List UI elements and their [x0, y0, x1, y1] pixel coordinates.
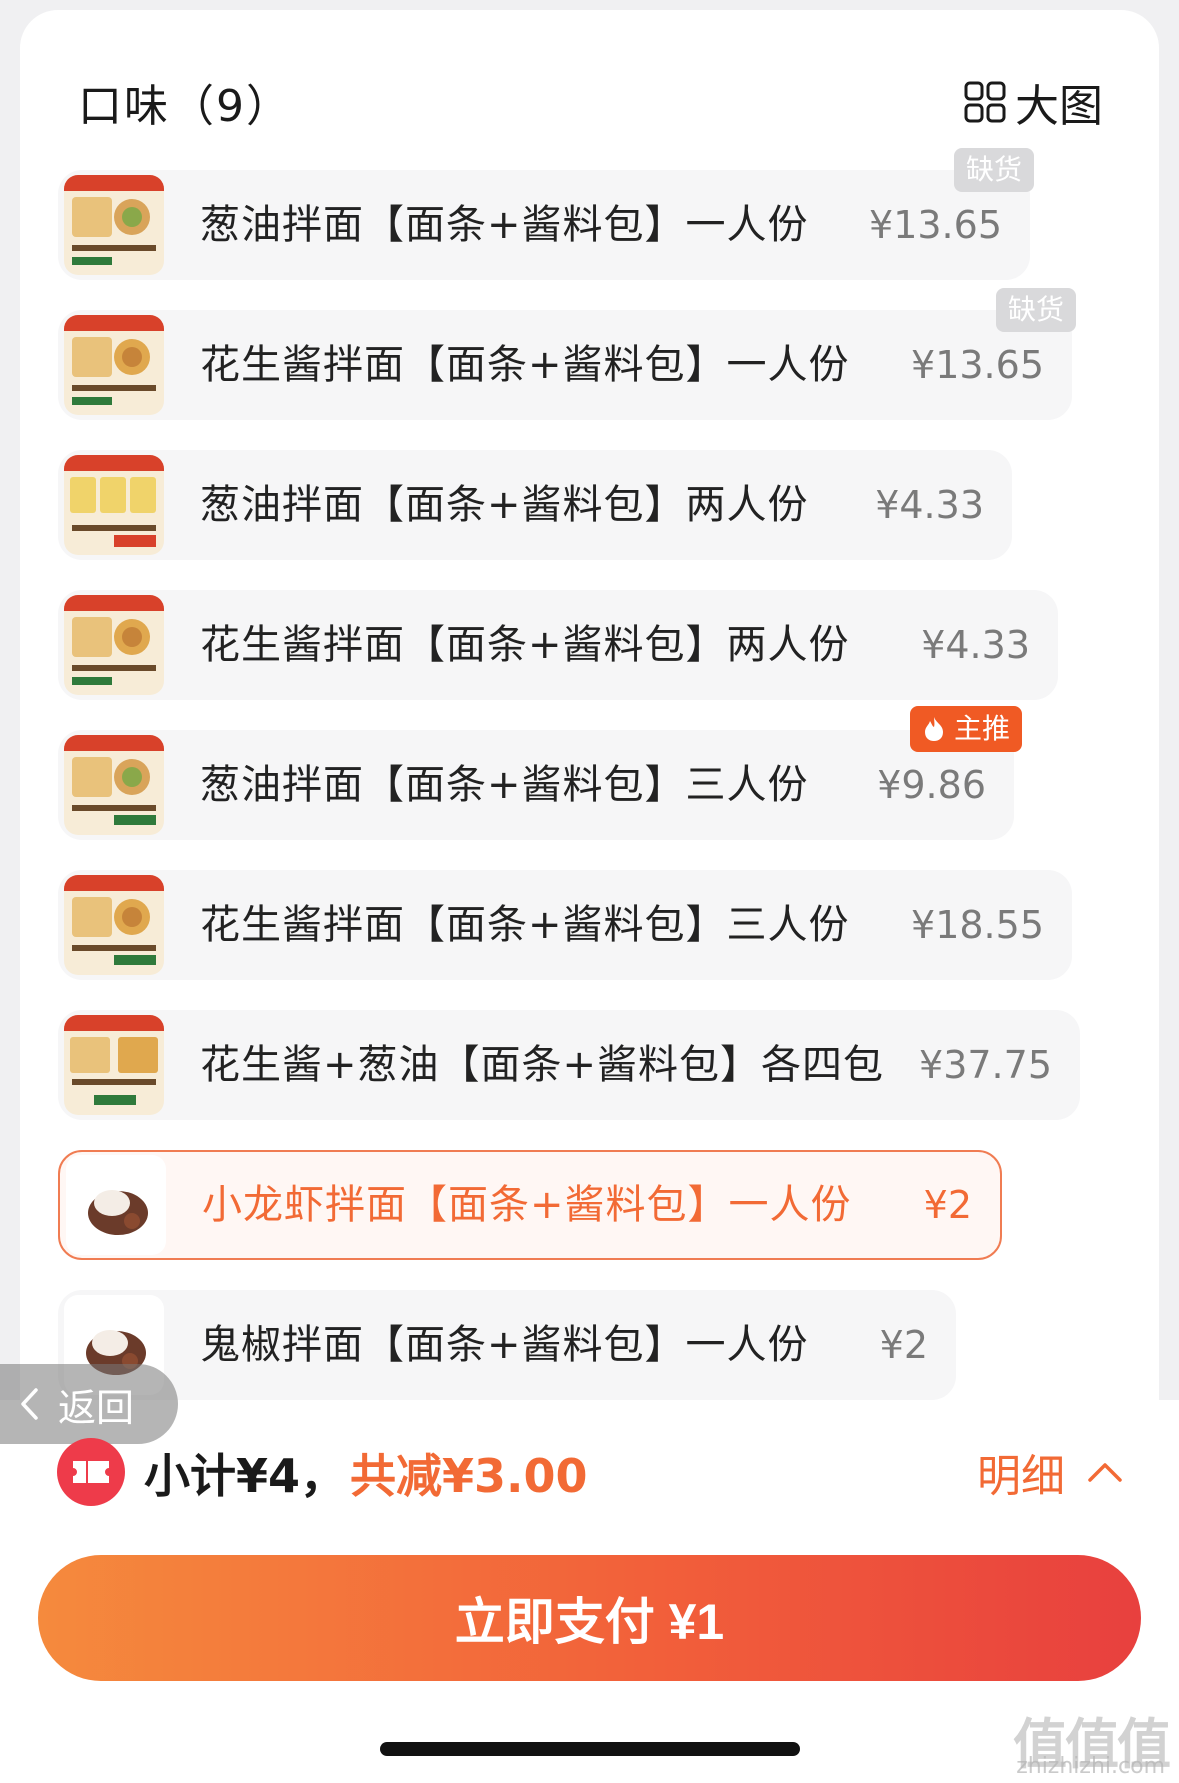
bigview-button[interactable]: 大图 [963, 70, 1103, 134]
flavor-name: 花生酱拌面【面条+酱料包】一人份 [200, 342, 850, 388]
product-thumbnail [64, 875, 164, 975]
detail-label: 明细 [977, 1451, 1065, 1502]
product-thumbnail [64, 1015, 164, 1115]
flavor-option[interactable]: 鬼椒拌面【面条+酱料包】一人份 ¥2 [58, 1290, 956, 1400]
flavor-price: ¥2 [879, 1323, 928, 1367]
chevron-up-icon [1088, 1463, 1122, 1482]
bigview-label: 大图 [1015, 81, 1103, 132]
discount-text: 共减¥3.00 [350, 1449, 588, 1503]
flavor-price: ¥4.33 [921, 623, 1030, 667]
product-thumbnail [64, 595, 164, 695]
back-button[interactable]: 返回 [0, 1364, 178, 1444]
flavor-name: 葱油拌面【面条+酱料包】一人份 [200, 202, 809, 248]
home-indicator [380, 1742, 800, 1756]
flavor-name: 葱油拌面【面条+酱料包】两人份 [200, 482, 809, 528]
product-thumbnail [66, 1155, 166, 1255]
product-thumbnail [64, 455, 164, 555]
flavor-option[interactable]: 葱油拌面【面条+酱料包】一人份 ¥13.65 缺货 [58, 148, 1034, 280]
flavor-option[interactable]: 花生酱拌面【面条+酱料包】一人份 ¥13.65 缺货 [58, 288, 1076, 420]
chevron-left-icon [21, 1388, 38, 1420]
pay-now-button[interactable]: 立即支付 ¥1 [38, 1555, 1141, 1681]
flavor-option[interactable]: 花生酱+葱油【面条+酱料包】各四包 ¥37.75 [58, 1010, 1080, 1120]
flavor-price: ¥9.86 [877, 763, 986, 807]
flavor-price: ¥2 [923, 1183, 972, 1227]
product-thumbnail [64, 735, 164, 835]
flavor-option[interactable]: 葱油拌面【面条+酱料包】三人份 ¥9.86 主推 [58, 706, 1022, 840]
flavor-option[interactable]: 花生酱拌面【面条+酱料包】三人份 ¥18.55 [58, 870, 1072, 980]
flavor-price: ¥4.33 [875, 483, 984, 527]
flame-icon [924, 717, 943, 741]
flavor-price: ¥37.75 [919, 1043, 1052, 1087]
back-label: 返回 [58, 1385, 135, 1430]
product-thumbnail [64, 315, 164, 415]
flavor-name: 葱油拌面【面条+酱料包】三人份 [200, 762, 809, 808]
sheet-title: 口味（9） [78, 81, 292, 132]
recommended-badge: 主推 [909, 706, 1022, 752]
flavor-name: 花生酱拌面【面条+酱料包】三人份 [200, 902, 850, 948]
flavor-name: 小龙虾拌面【面条+酱料包】一人份 [202, 1182, 852, 1228]
soldout-badge: 缺货 [953, 148, 1034, 192]
flavor-price: ¥13.65 [911, 343, 1044, 387]
flavor-price: ¥13.65 [869, 203, 1002, 247]
product-thumbnail [64, 175, 164, 275]
recommended-badge-label: 主推 [953, 712, 1010, 745]
flavor-name: 花生酱+葱油【面条+酱料包】各四包 [200, 1042, 885, 1088]
flavor-name: 花生酱拌面【面条+酱料包】两人份 [200, 622, 850, 668]
coupon-icon [57, 1438, 125, 1506]
flavor-option-selected[interactable]: 小龙虾拌面【面条+酱料包】一人份 ¥2 [58, 1150, 1002, 1260]
subtotal-text: 小计¥4， [144, 1449, 347, 1503]
flavor-option[interactable]: 葱油拌面【面条+酱料包】两人份 ¥4.33 [58, 450, 1012, 560]
grid-icon [964, 81, 1006, 123]
soldout-badge: 缺货 [995, 288, 1076, 332]
watermark-url: zhizhizhi.com [1016, 1754, 1165, 1779]
flavor-price: ¥18.55 [911, 903, 1044, 947]
detail-toggle[interactable]: 明细 [977, 1440, 1123, 1504]
flavor-option[interactable]: 花生酱拌面【面条+酱料包】两人份 ¥4.33 [58, 590, 1058, 700]
flavor-name: 鬼椒拌面【面条+酱料包】一人份 [200, 1322, 809, 1368]
